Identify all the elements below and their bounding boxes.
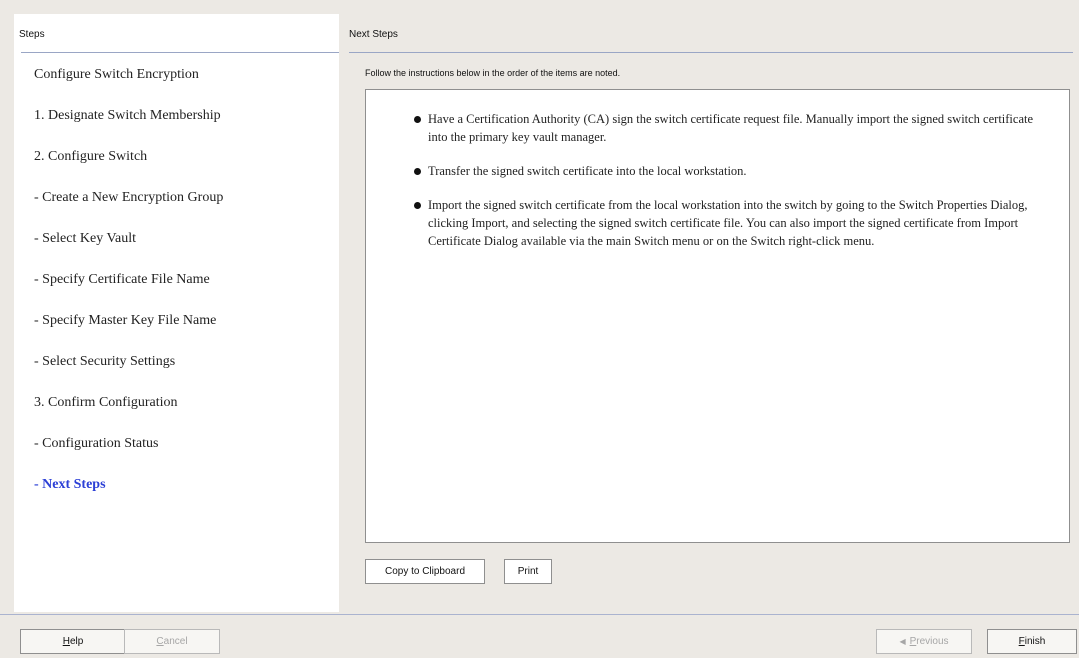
bullet-text: Have a Certification Authority (CA) sign… — [428, 112, 1034, 144]
instructions-text: Follow the instructions below in the ord… — [365, 68, 621, 78]
step-create-encryption-group: - Create a New Encryption Group — [34, 190, 224, 205]
list-item: Import the signed switch certificate fro… — [412, 196, 1052, 250]
steps-header-divider — [21, 52, 339, 53]
previous-button[interactable]: ◀ Previous — [876, 629, 972, 654]
help-button[interactable]: Help — [20, 629, 126, 654]
step-next-steps: - Next Steps — [34, 477, 106, 492]
next-steps-header: Next Steps — [349, 29, 398, 40]
step-specify-certificate-file-name: - Specify Certificate File Name — [34, 272, 210, 287]
step-specify-master-key-file-name: - Specify Master Key File Name — [34, 313, 217, 328]
bullet-text: Import the signed switch certificate fro… — [428, 198, 1028, 248]
bullet-dot-icon — [414, 116, 421, 123]
cancel-mnemonic: C — [156, 636, 164, 647]
step-designate-switch-membership: 1. Designate Switch Membership — [34, 108, 221, 123]
step-select-key-vault: - Select Key Vault — [34, 231, 136, 246]
next-steps-content-box[interactable]: Have a Certification Authority (CA) sign… — [365, 89, 1070, 543]
steps-list: Configure Switch Encryption 1. Designate… — [14, 68, 339, 519]
steps-pane: Steps Configure Switch Encryption 1. Des… — [14, 14, 339, 612]
previous-mnemonic: P — [909, 636, 917, 647]
step-configuration-status: - Configuration Status — [34, 436, 159, 451]
copy-to-clipboard-button[interactable]: Copy to Clipboard — [365, 559, 485, 584]
step-select-security-settings: - Select Security Settings — [34, 354, 176, 369]
finish-button[interactable]: Finish — [987, 629, 1077, 654]
print-button[interactable]: Print — [504, 559, 552, 584]
next-steps-header-divider — [349, 52, 1073, 53]
left-arrow-icon: ◀ — [899, 637, 906, 646]
next-steps-pane: Next Steps Follow the instructions below… — [343, 14, 1079, 612]
previous-label: revious — [916, 636, 949, 647]
bullet-dot-icon — [414, 168, 421, 175]
help-mnemonic: H — [62, 636, 70, 647]
help-label: elp — [69, 636, 84, 647]
bullet-dot-icon — [414, 202, 421, 209]
cancel-button[interactable]: Cancel — [124, 629, 220, 654]
footer-divider — [0, 614, 1079, 615]
step-confirm-configuration: 3. Confirm Configuration — [34, 395, 178, 410]
bullet-text: Transfer the signed switch certificate i… — [428, 164, 747, 178]
step-configure-switch: 2. Configure Switch — [34, 149, 148, 164]
cancel-label: ancel — [163, 636, 188, 647]
list-item: Have a Certification Authority (CA) sign… — [412, 110, 1052, 146]
step-configure-switch-encryption: Configure Switch Encryption — [34, 67, 199, 82]
list-item: Transfer the signed switch certificate i… — [412, 162, 1052, 180]
next-steps-list: Have a Certification Authority (CA) sign… — [412, 110, 1052, 266]
finish-label: inish — [1024, 636, 1046, 647]
steps-pane-header: Steps — [19, 29, 45, 40]
